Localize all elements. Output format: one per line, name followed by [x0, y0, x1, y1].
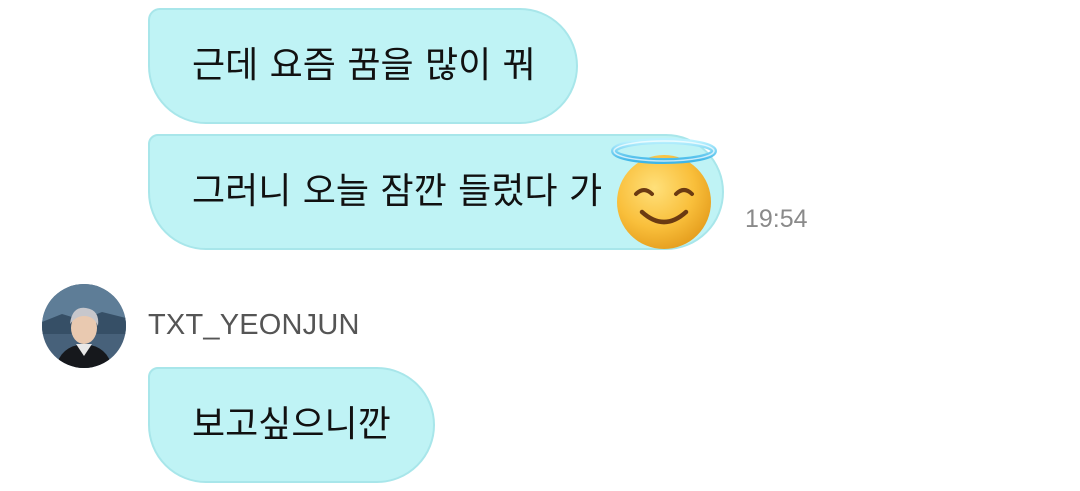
chat-view: 근데 요즘 꿈을 많이 꿔 그러니 오늘 잠깐 들렀다 가 19:54 TXT_… — [0, 0, 1080, 491]
message-bubble[interactable]: 근데 요즘 꿈을 많이 꿔 — [148, 8, 578, 124]
sender-name[interactable]: TXT_YEONJUN — [148, 309, 360, 342]
avatar-photo — [42, 284, 126, 368]
message-bubble[interactable]: 보고싶으니깐 — [148, 367, 435, 483]
message-text: 근데 요즘 꿈을 많이 꿔 — [192, 45, 536, 86]
message-timestamp: 19:54 — [745, 205, 808, 233]
avatar[interactable] — [42, 284, 126, 368]
message-text: 보고싶으니깐 — [192, 404, 391, 445]
message-text: 그러니 오늘 잠깐 들렀다 가 — [192, 171, 603, 212]
smiling-face-with-halo-icon — [611, 138, 717, 249]
